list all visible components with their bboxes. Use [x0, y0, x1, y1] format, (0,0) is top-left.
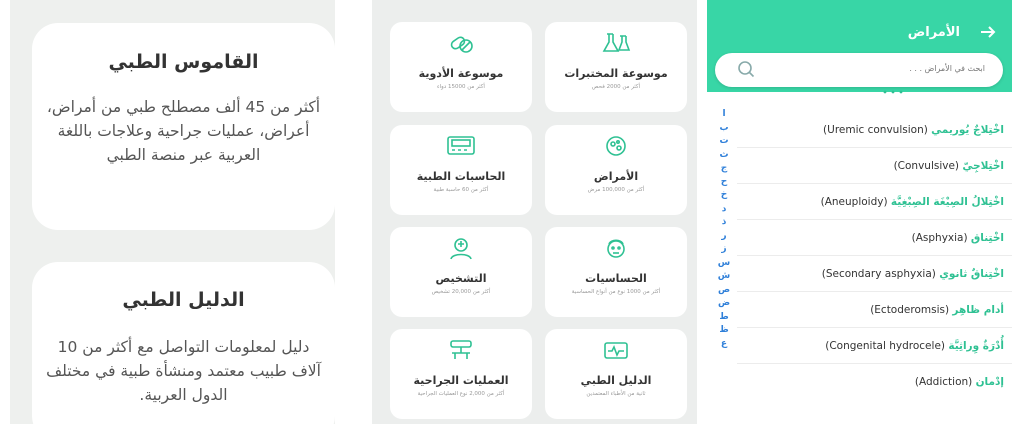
- disease-list-item[interactable]: اخْتِلاجٌ يُوريمي (Uremic convulsion): [737, 112, 1012, 148]
- feature-cards-panel: القاموس الطبي أكثر من 45 ألف مصطلح طبي م…: [10, 0, 335, 424]
- search-bar[interactable]: ابحث في الأمراض . . .: [715, 53, 1003, 87]
- diseases-list-panel: الأمراض ابحث في الأمراض . . . ا ب ت ث ج …: [707, 0, 1012, 424]
- letter-index-item[interactable]: ع: [717, 338, 731, 352]
- letter-index-item[interactable]: ظ: [717, 324, 731, 338]
- medical-directory-card[interactable]: الدليل الطبي دليل لمعلومات التواصل مع أك…: [32, 262, 335, 424]
- letter-index-item[interactable]: ش: [717, 270, 731, 284]
- letter-index-item[interactable]: ذ: [717, 216, 731, 230]
- card-body: أكثر من 45 ألف مصطلح طبي من أمراض، أعراض…: [46, 98, 321, 164]
- lab-flask-icon: [602, 33, 631, 52]
- medical-directory-icon: [604, 342, 628, 359]
- tile-title: الأمراض: [593, 170, 639, 183]
- calculator-icon: [447, 136, 475, 155]
- letter-index-item[interactable]: ت: [717, 135, 731, 149]
- card-body: دليل لمعلومات التواصل مع أكثر من 10 آلاف…: [46, 338, 321, 404]
- tile-drugs[interactable]: موسوعة الأدوية أكثر من 15000 دواء: [390, 22, 532, 112]
- tile-subtitle: أكثر من 100,000 مرض: [587, 187, 645, 193]
- disease-name: اخْتِلاجِيّ (Convulsive): [893, 160, 1004, 172]
- letter-index-item[interactable]: ز: [717, 243, 731, 257]
- tile-subtitle: أكثر من 2000 فحص: [591, 84, 641, 90]
- alphabet-index: ا ب ت ث ج ح خ د ذ ر ز س ش ص ض ط ظ ع: [717, 108, 731, 351]
- disease-list-item[interactable]: إدْمان (Addiction): [737, 364, 1012, 399]
- tile-title: الحساسيات: [585, 272, 647, 285]
- tile-title: الحاسبات الطبية: [416, 170, 506, 183]
- tile-allergies[interactable]: الحساسيات أكثر من 1000 نوع من أنواع الحس…: [545, 227, 687, 317]
- allergy-icon: [607, 239, 625, 258]
- search-input[interactable]: ابحث في الأمراض . . .: [909, 64, 985, 73]
- letter-index-item[interactable]: س: [717, 257, 731, 271]
- disease-list-item[interactable]: أدام ظاهِر (Ectoderomsis): [737, 292, 1012, 328]
- disease-list-item[interactable]: اخْتِناقٌ ثانوي (Secondary asphyxia): [737, 256, 1012, 292]
- letter-index-item[interactable]: ج: [717, 162, 731, 176]
- app-header: الأمراض ابحث في الأمراض . . .: [707, 0, 1012, 92]
- card-title: القاموس الطبي: [108, 51, 259, 73]
- virus-icon: [606, 136, 626, 156]
- tile-title: موسوعة المختبرات: [564, 67, 668, 80]
- tile-subtitle: ثانية من الأطباء المعتمدين: [586, 391, 646, 397]
- disease-name: اخْتِلالُ الصِيْغَة الصِبْغِيَّة (Aneupl…: [820, 196, 1004, 208]
- letter-index-item[interactable]: ح: [717, 176, 731, 190]
- letter-index-item[interactable]: ا: [717, 108, 731, 122]
- disease-name: اخْتِناق (Asphyxia): [911, 232, 1004, 244]
- tile-subtitle: أكثر من 1000 نوع من أنواع الحساسية: [571, 289, 661, 295]
- tile-labs[interactable]: موسوعة المختبرات أكثر من 2000 فحص: [545, 22, 687, 112]
- disease-list-item[interactable]: اخْتِلالُ الصِيْغَة الصِبْغِيَّة (Aneupl…: [737, 184, 1012, 220]
- tile-title: العمليات الجراحية: [413, 374, 509, 387]
- tile-subtitle: أكثر من 2,000 نوع العمليات الجراحية: [417, 391, 505, 397]
- scrolled-row-fragment: [883, 90, 903, 94]
- disease-list-item[interactable]: أُدْرَةٌ وِراثِيَّة (Congenital hydrocel…: [737, 328, 1012, 364]
- tile-title: التشخيص: [435, 272, 487, 285]
- letter-index-item[interactable]: ض: [717, 297, 731, 311]
- tile-title: الدليل الطبي: [580, 374, 652, 387]
- card-title: الدليل الطبي: [122, 289, 245, 311]
- tile-diagnosis[interactable]: التشخيص أكثر من 20,000 تشخيص: [390, 227, 532, 317]
- tile-subtitle: أكثر من 20,000 تشخيص: [431, 289, 491, 295]
- letter-index-item[interactable]: د: [717, 203, 731, 217]
- letter-index-item[interactable]: ط: [717, 311, 731, 325]
- medical-dictionary-card[interactable]: القاموس الطبي أكثر من 45 ألف مصطلح طبي م…: [32, 23, 335, 230]
- tile-calculators[interactable]: الحاسبات الطبية أكثر من 60 حاسبة طبية: [390, 125, 532, 215]
- disease-name: إدْمان (Addiction): [914, 376, 1004, 388]
- page-title: الأمراض: [907, 25, 960, 40]
- tile-title: موسوعة الأدوية: [418, 67, 504, 80]
- tile-subtitle: أكثر من 60 حاسبة طبية: [433, 187, 489, 193]
- diagnosis-icon: [450, 238, 472, 260]
- tile-diseases[interactable]: الأمراض أكثر من 100,000 مرض: [545, 125, 687, 215]
- arrow-right-icon[interactable]: [978, 22, 998, 42]
- disease-list-item[interactable]: اخْتِلاجِيّ (Convulsive): [737, 148, 1012, 184]
- disease-name: أدام ظاهِر (Ectoderomsis): [870, 304, 1004, 316]
- disease-list-item[interactable]: اخْتِناق (Asphyxia): [737, 220, 1012, 256]
- tile-medical-directory[interactable]: الدليل الطبي ثانية من الأطباء المعتمدين: [545, 329, 687, 419]
- pills-icon: [450, 36, 473, 53]
- letter-index-item[interactable]: ر: [717, 230, 731, 244]
- letter-index-item[interactable]: ث: [717, 149, 731, 163]
- letter-index-item[interactable]: خ: [717, 189, 731, 203]
- disease-name: اخْتِلاجٌ يُوريمي (Uremic convulsion): [823, 124, 1004, 136]
- tile-surgery[interactable]: العمليات الجراحية أكثر من 2,000 نوع العم…: [390, 329, 532, 419]
- tile-subtitle: أكثر من 15000 دواء: [437, 84, 485, 90]
- search-icon[interactable]: [737, 60, 755, 78]
- letter-index-item[interactable]: ب: [717, 122, 731, 136]
- services-grid-panel: موسوعة المختبرات أكثر من 2000 فحص موسوعة…: [372, 0, 697, 424]
- disease-name: اخْتِناقٌ ثانوي (Secondary asphyxia): [821, 268, 1004, 280]
- disease-name: أُدْرَةٌ وِراثِيَّة (Congenital hydrocel…: [825, 340, 1004, 352]
- surgery-icon: [450, 340, 472, 359]
- letter-index-item[interactable]: ص: [717, 284, 731, 298]
